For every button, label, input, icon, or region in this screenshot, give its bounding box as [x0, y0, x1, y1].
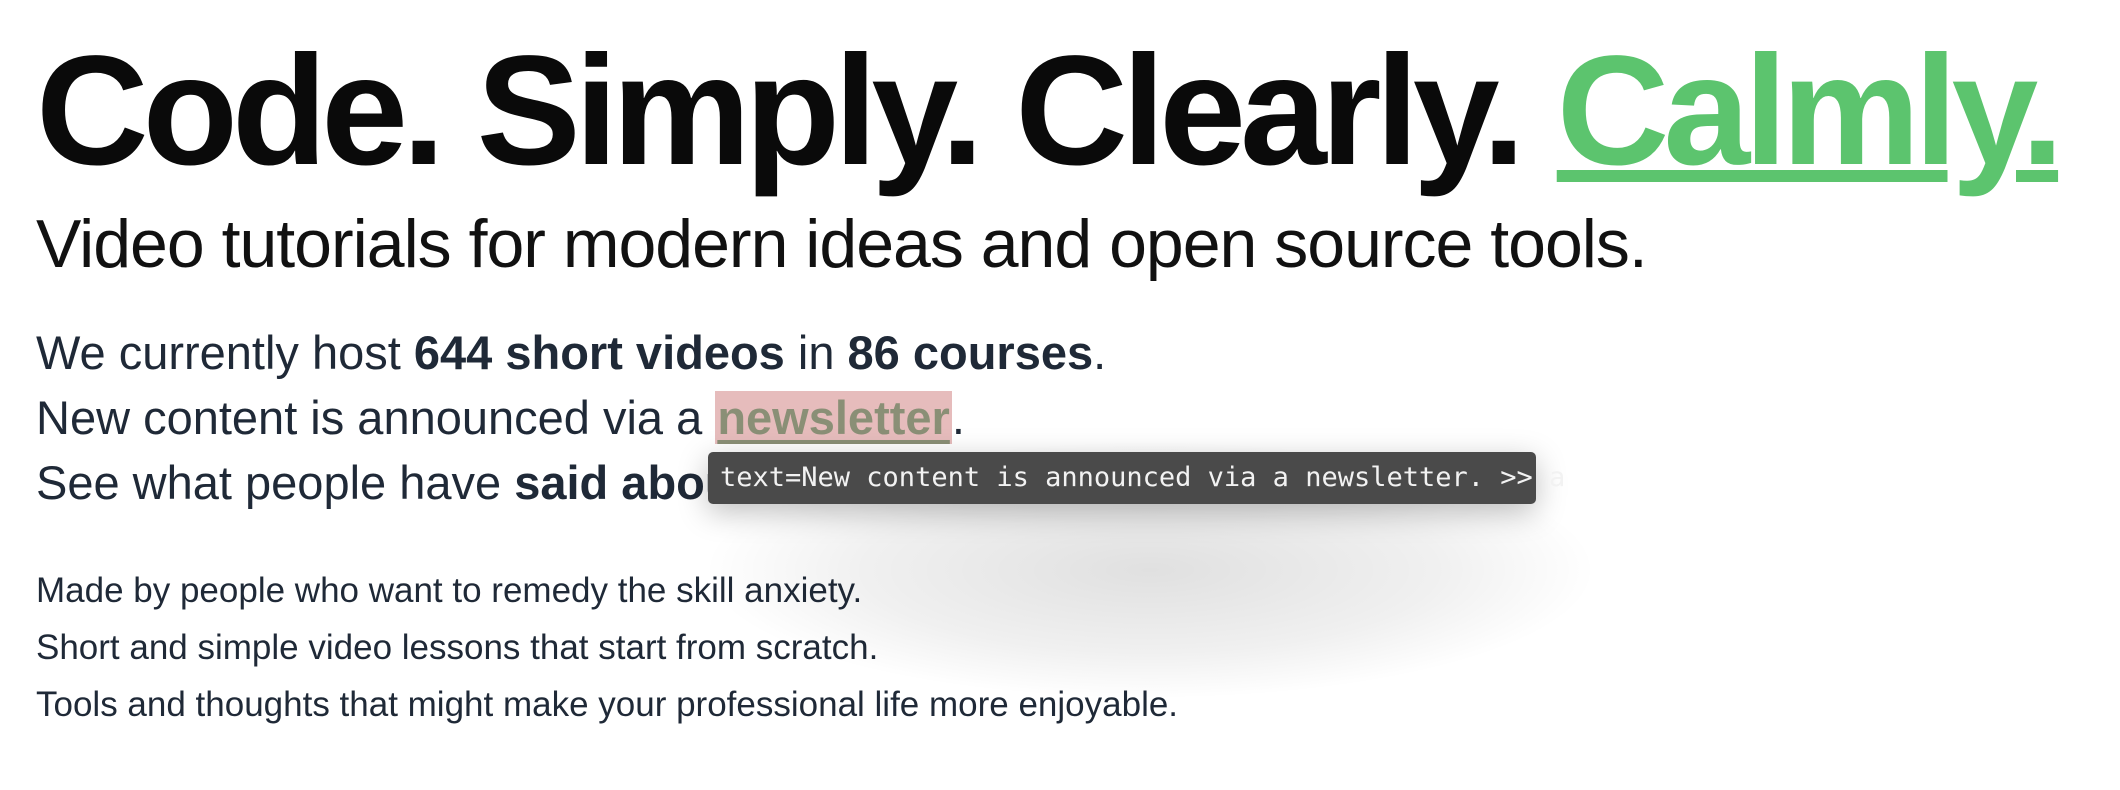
hero-section: Code. Simply. Clearly. Calmly. Video tut…	[36, 26, 2096, 284]
stats-text: in	[784, 326, 848, 379]
stats-text: We currently host	[36, 326, 414, 379]
testimonials-link[interactable]: said abou	[514, 456, 733, 509]
course-count: 86 courses	[847, 326, 1094, 379]
about-line: Made by people who want to remedy the sk…	[36, 571, 863, 610]
video-count: 644 short videos	[413, 326, 785, 379]
about-line: Tools and thoughts that might make your …	[36, 685, 1179, 724]
stats-line-newsletter: New content is announced via a newslette…	[36, 385, 1636, 450]
stats-text: .	[951, 391, 965, 444]
stats-text: New content is announced via a	[36, 391, 716, 444]
headline-calmly-link[interactable]: Calmly.	[1557, 24, 2064, 198]
page-headline: Code. Simply. Clearly. Calmly.	[36, 26, 2096, 196]
headline-main: Code. Simply. Clearly.	[36, 24, 1525, 198]
stats-text: See what people have	[36, 456, 515, 509]
page-tagline: Video tutorials for modern ideas and ope…	[36, 206, 1648, 282]
newsletter-link[interactable]: newsletter	[715, 391, 952, 444]
stats-line-videos: We currently host 644 short videos in 86…	[36, 320, 1636, 385]
stats-text: .	[1093, 326, 1107, 379]
selector-tooltip: text=New content is announced via a news…	[708, 452, 1565, 504]
about-section: Made by people who want to remedy the sk…	[36, 562, 1178, 733]
about-line: Short and simple video lessons that star…	[36, 628, 879, 667]
